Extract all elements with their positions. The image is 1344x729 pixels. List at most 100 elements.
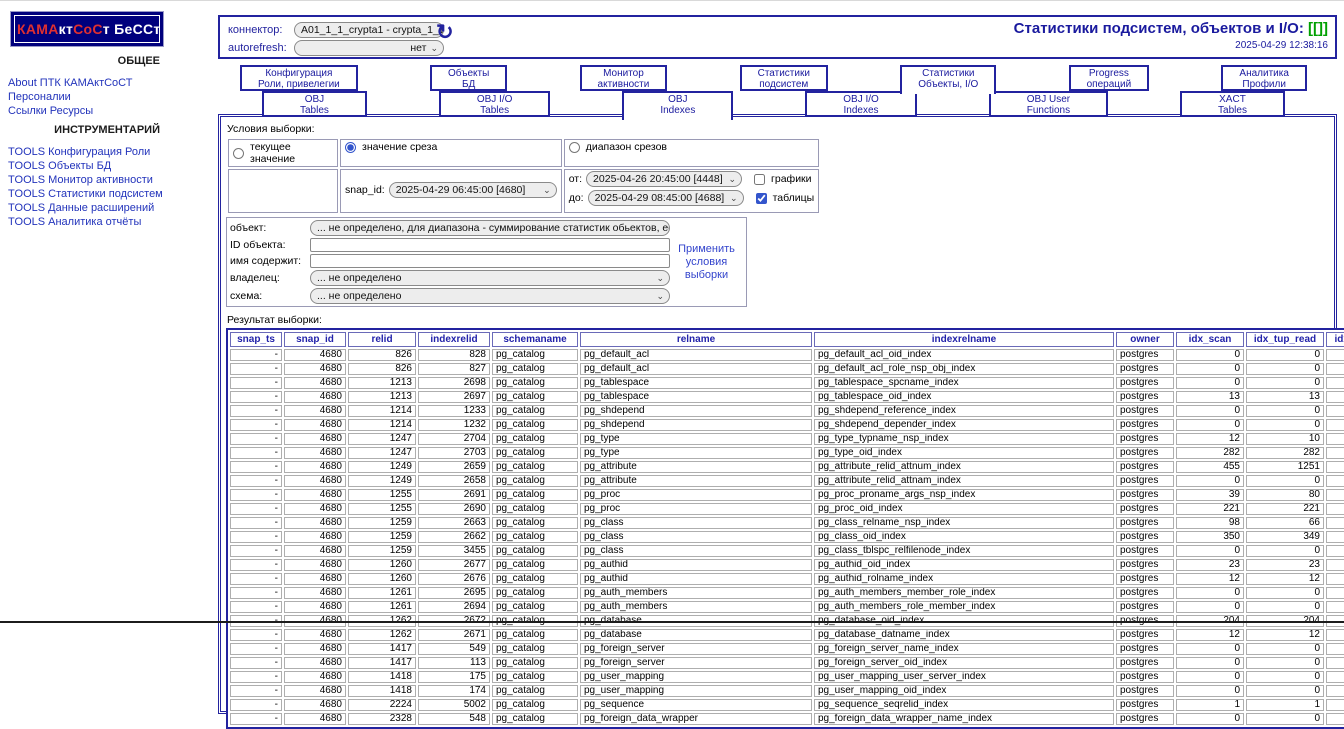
sidebar-link[interactable]: TOOLS Конфигурация Роли [8,146,214,159]
table-cell: - [230,559,282,571]
table-cell: 39 [1176,489,1244,501]
table-cell: 3455 [418,545,490,557]
subtab-obj-i-o-indexes[interactable]: OBJ I/O Indexes [805,91,917,117]
object-id-input[interactable] [310,238,670,252]
table-cell: - [230,573,282,585]
table-cell: 0 [1176,363,1244,375]
charts-checkbox-option[interactable]: графики [754,173,812,185]
table-cell: pg_catalog [492,503,578,515]
table-cell: pg_authid_oid_index [814,559,1114,571]
apply-filters-link[interactable]: Применить условия выборки [671,243,743,282]
connector-select[interactable]: A01_1_1_crypta1 - crypta_1_1 ⌄ [294,22,444,38]
sidebar-link[interactable]: TOOLS Аналитика отчёты [8,216,214,229]
table-cell: 0 [1176,377,1244,389]
table-cell: 282 [1246,447,1324,459]
subtab-xact-tables[interactable]: XACT Tables [1180,91,1285,117]
table-cell: 0 [1176,419,1244,431]
filter-box-snapshots: текущее значение значение среза диапазон… [226,137,821,215]
table-cell: 4680 [284,405,346,417]
subtab-obj-i-o-tables[interactable]: OBJ I/O Tables [438,91,551,117]
tables-checkbox-option[interactable]: таблицы [755,192,814,204]
table-cell: 4680 [284,461,346,473]
radio-snapshot-option[interactable]: значение среза [345,141,557,153]
table-cell: pg_catalog [492,461,578,473]
table-cell: - [230,657,282,669]
table-cell: - [230,391,282,403]
table-cell: 221 [1246,503,1324,515]
tab-конфигурация-роли-привелегии[interactable]: Конфигурация Роли, привелегии [240,65,358,91]
page-bottom-divider [0,621,1344,623]
subtab-obj-tables[interactable]: OBJ Tables [262,91,367,117]
table-cell: 0 [1246,587,1324,599]
sidebar-link[interactable]: TOOLS Монитор активности [8,174,214,187]
table-cell: 0 [1246,349,1324,361]
table-cell: - [230,405,282,417]
tab-аналитика-профили[interactable]: Аналитика Профили [1221,65,1307,91]
tab-статистики-объекты-i-o[interactable]: Статистики Объекты, I/O [900,65,997,94]
object-select[interactable]: ... не определено, для диапазона - сумми… [310,220,670,236]
table-cell: 13 [1326,391,1344,403]
autorefresh-select[interactable]: нет ⌄ [294,40,444,56]
sidebar-link[interactable]: TOOLS Объекты БД [8,160,214,173]
table-cell: 0 [1176,405,1244,417]
chevron-down-icon: ⌄ [728,174,737,184]
table-cell: pg_type_oid_index [814,447,1114,459]
owner-select[interactable]: ... не определено ⌄ [310,270,670,286]
radio-range-option[interactable]: диапазон срезов [568,141,815,153]
table-cell: 80 [1326,489,1344,501]
tab-label: Статистики [757,68,810,79]
charts-checkbox[interactable] [754,173,766,185]
table-row: -4680 1262 2671 pg_catalog pg_database pg_dat… [230,629,1344,641]
radio-current[interactable] [233,147,244,159]
subtab-obj-indexes[interactable]: OBJ Indexes [622,91,734,120]
table-cell: pg_user_mapping [580,685,812,697]
table-cell: postgres [1116,685,1174,697]
table-cell: 12 [1176,573,1244,585]
tab-статистики-подсистем[interactable]: Статистики подсистем [739,65,828,91]
tab-progress-операций[interactable]: Progress операций [1068,65,1150,91]
sidebar-link[interactable]: Ссылки Ресурсы [8,105,214,118]
table-cell: pg_shdepend [580,419,812,431]
table-row: -4680 1417 549 pg_catalog pg_foreign_server p… [230,643,1344,655]
table-cell: postgres [1116,377,1174,389]
radio-current-option[interactable]: текущее значение [233,141,333,165]
column-header-indexrelname: indexrelname [814,332,1114,347]
tab-объекты-бд[interactable]: Объекты БД [430,65,508,91]
table-cell: 0 [1246,601,1324,613]
range-to-select[interactable]: 2025-04-29 08:45:00 [4688] ⌄ [587,190,744,206]
snap-id-select[interactable]: 2025-04-29 06:45:00 [4680] ⌄ [388,182,557,198]
name-contains-input[interactable] [310,254,670,268]
app-logo-text-part: БеССт [109,21,161,37]
radio-range[interactable] [568,141,580,153]
table-cell: 12 [1176,629,1244,641]
subtab-obj-user-functions[interactable]: OBJ User Functions [988,91,1109,117]
tab-label: операций [1086,79,1132,90]
table-cell: 0 [1326,545,1344,557]
schema-select[interactable]: ... не определено ⌄ [310,288,670,304]
tab-монитор-активности[interactable]: Монитор активности [579,65,668,91]
tables-checkbox[interactable] [755,192,767,204]
table-cell: 1418 [348,685,416,697]
refresh-icon[interactable]: ↻ [436,22,454,43]
table-cell: 66 [1246,517,1324,529]
table-cell: 2677 [418,559,490,571]
table-cell: pg_authid [580,573,812,585]
sidebar-link[interactable]: TOOLS Данные расширений [8,202,214,215]
sidebar-link[interactable]: TOOLS Статистики подсистем [8,188,214,201]
app-logo-text-part: кт [58,21,74,37]
radio-snapshot[interactable] [345,141,356,153]
autorefresh-label: autorefresh: [228,42,287,54]
table-cell: 1247 [348,447,416,459]
table-cell: pg_catalog [492,545,578,557]
table-cell: 1417 [348,643,416,655]
table-cell: - [230,545,282,557]
tab-label: Indexes [843,105,879,116]
table-cell: pg_proc [580,489,812,501]
range-from-select[interactable]: 2025-04-26 20:45:00 [4448] ⌄ [586,171,743,187]
table-cell: - [230,419,282,431]
sidebar-link[interactable]: Персоналии [8,91,214,104]
sidebar-link[interactable]: About ПТК КАМАктСоСТ [8,77,214,90]
app-logo-text-part: КАМА [17,21,59,37]
table-cell: 282 [1176,447,1244,459]
table-cell: 0 [1176,545,1244,557]
